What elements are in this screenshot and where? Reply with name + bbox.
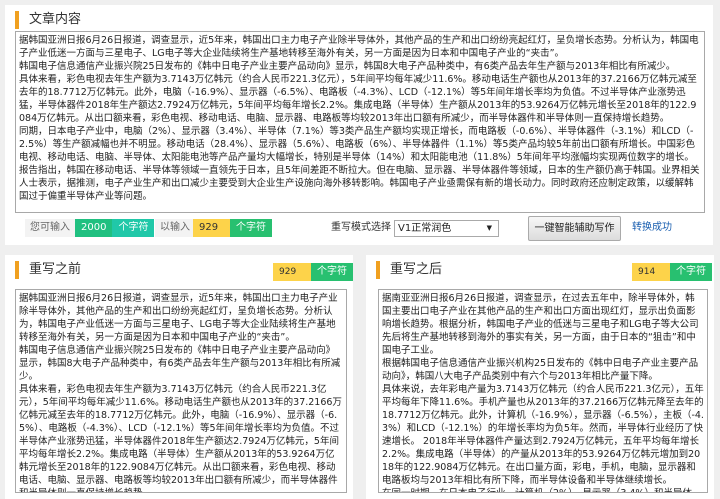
after-unit: 个字符 (670, 263, 712, 281)
entered-value: 929 (193, 219, 230, 237)
rewrite-button[interactable]: 一键智能辅助写作 (528, 216, 621, 241)
after-textarea[interactable]: 据南亚亚洲日报6月26日报道，调查显示，在过去五年中，除半导体外，韩国主要出口电… (378, 289, 708, 493)
status-text: 转换成功 (632, 222, 672, 233)
before-unit: 个字符 (311, 263, 353, 281)
before-count-chip: 929 个字符 (273, 263, 353, 281)
after-panel: 重写之后 914 个字符 据南亚亚洲日报6月26日报道，调查显示，在过去五年中，… (366, 255, 714, 499)
entered-chip: 929 个字符 (193, 219, 272, 237)
before-textarea[interactable]: 据韩国亚洲日报6月26日报道，调查显示，近5年来，韩国出口主力电子产业除半导体外… (15, 289, 347, 493)
entered-unit: 个字符 (230, 219, 272, 237)
after-count-chip: 914 个字符 (632, 263, 712, 281)
mode-label: 重写模式选择 (331, 222, 391, 233)
chevron-down-icon: ▼ (486, 224, 492, 232)
mode-value: V1正常润色 (398, 223, 452, 234)
entered-label: 以输入 (155, 219, 195, 237)
article-panel: 文章内容 据韩国亚洲日报6月26日报道，调查显示，近5年来，韩国出口主力电子产业… (5, 5, 713, 245)
before-count: 929 (273, 263, 311, 281)
can-input-unit: 个字符 (112, 219, 155, 237)
after-count: 914 (632, 263, 670, 281)
mode-select[interactable]: V1正常润色 ▼ (394, 220, 499, 237)
can-input-label: 您可输入 (25, 219, 75, 237)
can-input-value: 2000 (75, 219, 113, 237)
article-title: 文章内容 (15, 11, 81, 29)
after-title: 重写之后 (376, 261, 442, 279)
can-input-chip: 2000 个字符 (75, 219, 155, 237)
before-panel: 重写之前 929 个字符 据韩国亚洲日报6月26日报道，调查显示，近5年来，韩国… (5, 255, 353, 499)
article-textarea[interactable]: 据韩国亚洲日报6月26日报道，调查显示，近5年来，韩国出口主力电子产业除半导体外… (15, 31, 705, 213)
before-title: 重写之前 (15, 261, 81, 279)
